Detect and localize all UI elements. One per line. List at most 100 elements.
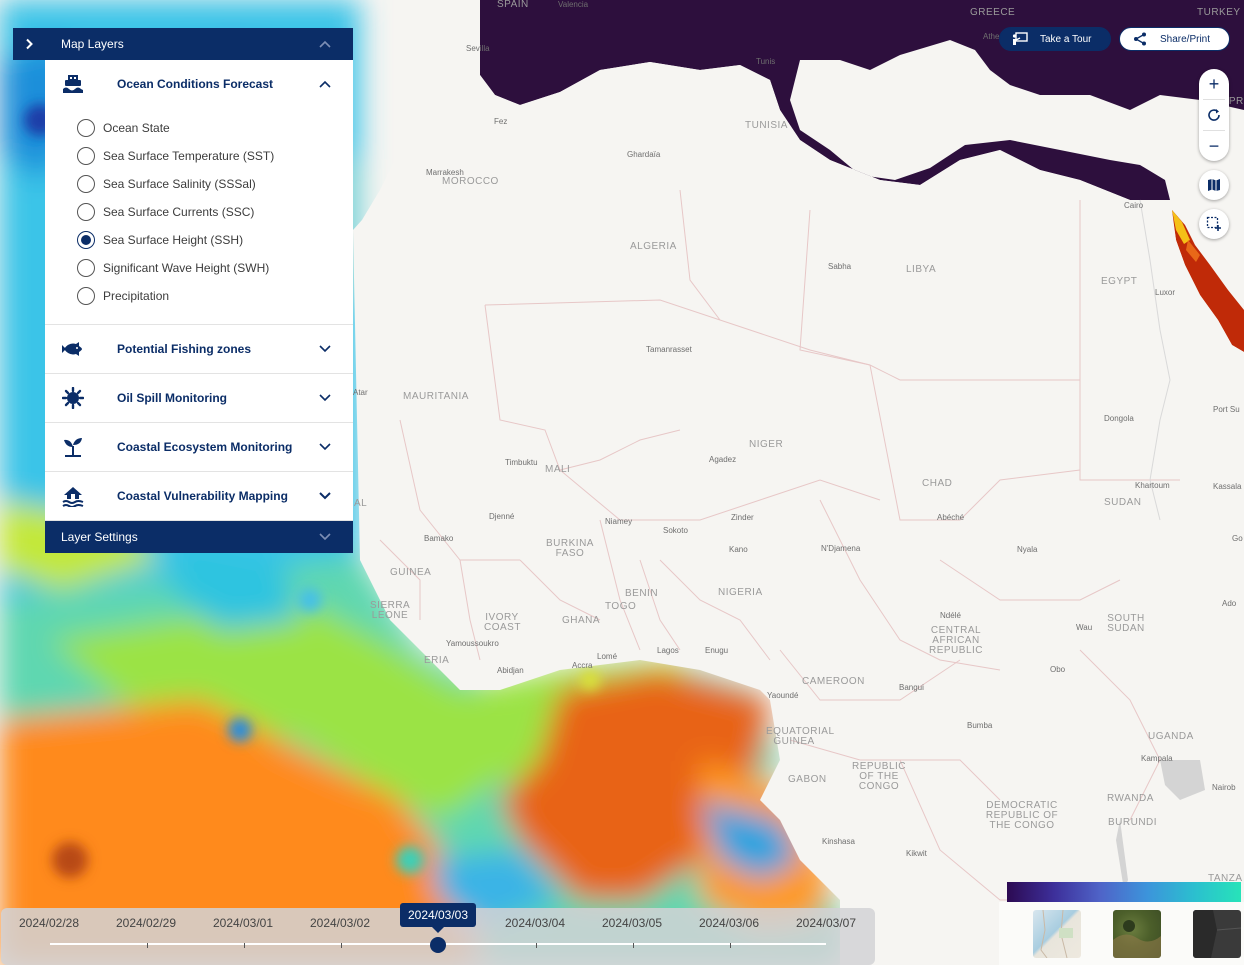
layer-option-swh[interactable]: Significant Wave Height (SWH) [45,254,353,282]
city-label: Sokoto [663,526,688,535]
country-label: SIERRA LEONE [370,600,411,621]
city-label: Djenné [489,512,515,521]
radio-button[interactable] [77,259,95,277]
layer-settings-header[interactable]: Layer Settings [45,521,353,553]
country-label: EQUATORIAL GUINEA [766,726,835,747]
section-oil-spill-monitoring[interactable]: Oil Spill Monitoring [45,374,353,423]
timeline-date[interactable]: 2024/03/07 [781,916,871,930]
chevron-down-icon[interactable] [297,394,353,402]
area-select-button[interactable] [1199,209,1229,239]
country-label: GHANA [562,615,601,626]
section-title: Oil Spill Monitoring [117,391,227,405]
city-label: Valencia [558,0,589,9]
timeline-tick [730,943,731,948]
country-label: REPUBLIC OF THE CONGO [851,761,906,792]
layer-option-label: Sea Surface Temperature (SST) [103,149,275,163]
section-title: Coastal Ecosystem Monitoring [117,440,293,454]
layer-option-label: Significant Wave Height (SWH) [103,261,270,275]
layer-options: Ocean State Sea Surface Temperature (SST… [45,108,353,324]
chevron-up-icon[interactable] [297,40,353,48]
map-layers-body: Ocean Conditions Forecast Ocean State Se… [45,60,353,521]
radio-button[interactable] [77,203,95,221]
section-coastal-ecosystem[interactable]: Coastal Ecosystem Monitoring [45,423,353,472]
timeline-handle[interactable] [430,937,446,953]
take-a-tour-button[interactable]: Take a Tour [999,27,1111,51]
timeline-date[interactable]: 2024/02/28 [4,916,94,930]
basemap-button[interactable] [1199,170,1229,200]
chevron-down-icon[interactable] [297,345,353,353]
timeline-date[interactable]: 2024/02/29 [101,916,191,930]
country-label: BURKINA FASO [546,538,594,559]
country-label: NIGERIA [718,587,763,598]
layer-option-ssh[interactable]: Sea Surface Height (SSH) [45,226,353,254]
radio-button[interactable] [77,175,95,193]
city-label: Bangui [899,683,924,692]
ssh-color-legend [1007,882,1241,902]
country-label: GABON [788,774,827,785]
section-potential-fishing-zones[interactable]: Potential Fishing zones [45,325,353,374]
city-label: Sevilla [466,44,490,53]
city-label: Abidjan [497,666,524,675]
country-label: DEMOCRATIC REPUBLIC OF THE CONGO [985,800,1059,831]
minus-icon: − [1208,135,1220,156]
country-label: ALGERIA [630,241,677,252]
map-layers-header[interactable]: Map Layers [13,28,353,60]
section-ocean-conditions-header[interactable]: Ocean Conditions Forecast [45,60,353,108]
country-label: CHAD [922,478,953,489]
section-title: Ocean Conditions Forecast [117,77,274,91]
fish-icon [45,341,101,357]
country-label: SPAIN [497,0,529,10]
sprout-icon [45,436,101,458]
layer-option-label: Ocean State [103,121,170,135]
city-label: Enugu [705,646,729,655]
layer-option-precipitation[interactable]: Precipitation [45,282,353,310]
country-label: SUDAN [1104,497,1142,508]
timeline-date[interactable]: 2024/03/05 [587,916,677,930]
city-label: Atar [353,388,368,397]
basemap-thumb-dark[interactable] [1193,910,1241,958]
city-label: Niamey [605,517,633,526]
timeline-date[interactable]: 2024/03/06 [684,916,774,930]
basemap-thumb-satellite[interactable] [1113,910,1161,958]
basemap-thumb-streets[interactable] [1033,910,1081,958]
city-label: Ndélé [940,611,961,620]
country-label: ERIA [424,655,450,666]
timeline-date[interactable]: 2024/03/04 [490,916,580,930]
city-label: Ghardaïa [627,150,661,159]
city-label: Accra [572,661,593,670]
section-coastal-vulnerability[interactable]: Coastal Vulnerability Mapping [45,472,353,521]
radio-button[interactable] [77,147,95,165]
share-icon [1120,32,1160,46]
layer-option-sssal[interactable]: Sea Surface Salinity (SSSal) [45,170,353,198]
timeline-tick [536,943,537,948]
layer-settings-label: Layer Settings [61,530,138,544]
zoom-in-button[interactable]: + [1199,69,1229,99]
chevron-down-icon[interactable] [297,443,353,451]
city-label: Kassala [1213,482,1242,491]
layer-option-ssc[interactable]: Sea Surface Currents (SSC) [45,198,353,226]
layer-option-ocean-state[interactable]: Ocean State [45,114,353,142]
city-label: N'Djamena [821,544,861,553]
share-print-button[interactable]: Share/Print [1119,27,1230,51]
chevron-down-icon[interactable] [297,492,353,500]
section-title: Potential Fishing zones [117,342,252,356]
radio-button[interactable] [77,119,95,137]
zoom-controls: + − [1199,69,1229,161]
timeline-date[interactable]: 2024/03/02 [295,916,385,930]
radio-button-selected[interactable] [77,231,95,249]
country-label: BENIN [625,588,659,599]
layer-option-sst[interactable]: Sea Surface Temperature (SST) [45,142,353,170]
country-label: GUINEA [390,567,432,578]
country-label: GREECE [970,7,1016,18]
section-title: Coastal Vulnerability Mapping [117,489,288,503]
reset-view-button[interactable] [1199,100,1229,130]
zoom-out-button[interactable]: − [1199,131,1229,161]
radio-button[interactable] [77,287,95,305]
chevron-right-icon[interactable] [13,28,45,60]
timeline-date[interactable]: 2024/03/01 [198,916,288,930]
chevron-up-icon[interactable] [297,80,353,88]
city-label: Sabha [828,262,852,271]
city-label: Kinshasa [822,837,855,846]
chevron-down-icon[interactable] [297,533,353,541]
city-label: Fez [494,117,508,126]
